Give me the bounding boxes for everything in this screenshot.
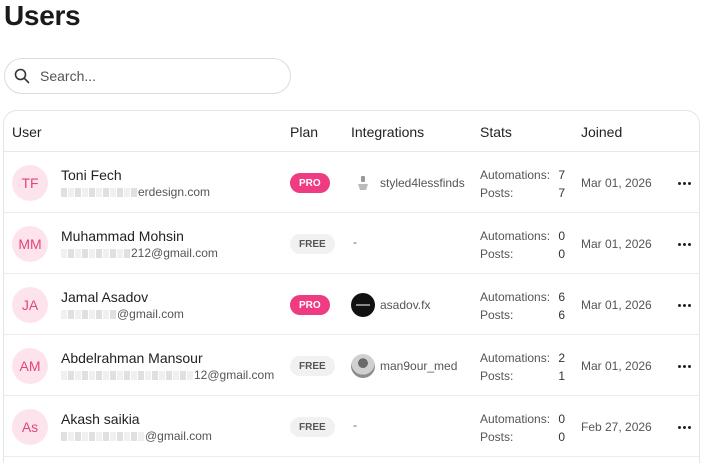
user-name: Jamal Asadov — [61, 289, 149, 305]
automations-count: 7 — [558, 168, 565, 182]
column-header-stats: Stats — [480, 124, 512, 140]
plan-badge: PRO — [290, 295, 330, 315]
avatar: AM — [12, 348, 48, 384]
posts-count: 0 — [558, 430, 565, 444]
joined-date: Mar 01, 2026 — [581, 359, 652, 373]
table-row[interactable]: TF Toni Fech erdesign.com PRO styled4les… — [4, 152, 699, 213]
avatar: As — [12, 409, 48, 445]
profile-photo-icon — [351, 354, 375, 378]
integration-account: styled4lessfinds — [380, 176, 465, 190]
posts-count: 0 — [558, 247, 565, 261]
avatar: TF — [12, 165, 48, 201]
table-row[interactable]: AM Abdelrahman Mansour 12@gmail.com FREE… — [4, 335, 699, 396]
user-stats: Automations: 6 Posts: 6 — [480, 290, 565, 322]
user-name: Abdelrahman Mansour — [61, 350, 203, 366]
more-options-icon[interactable] — [674, 295, 694, 315]
automations-count: 0 — [558, 412, 565, 426]
integration-account: asadov.fx — [380, 298, 431, 312]
user-name: Toni Fech — [61, 167, 122, 183]
user-email: erdesign.com — [61, 185, 210, 199]
joined-date: Feb 27, 2026 — [581, 420, 652, 434]
plan-badge: FREE — [290, 356, 335, 376]
user-stats: Automations: 0 Posts: 0 — [480, 229, 565, 261]
user-email: @gmail.com — [61, 307, 184, 321]
integration-none: - — [353, 235, 357, 249]
user-name: Akash saikia — [61, 411, 140, 427]
table-row[interactable]: As Akash saikia @gmail.com FREE - Automa… — [4, 396, 699, 457]
posts-count: 1 — [558, 369, 565, 383]
posts-count: 7 — [558, 186, 565, 200]
joined-date: Mar 01, 2026 — [581, 237, 652, 251]
column-header-user: User — [12, 124, 42, 140]
automations-count: 0 — [558, 229, 565, 243]
integration: man9our_med — [351, 354, 457, 378]
dark-logo-icon — [351, 293, 375, 317]
column-header-integrations: Integrations — [351, 124, 425, 140]
automations-count: 2 — [558, 351, 565, 365]
avatar: MM — [12, 226, 48, 262]
user-stats: Automations: 2 Posts: 1 — [480, 351, 565, 383]
table-row[interactable]: JA Jamal Asadov @gmail.com PRO asadov.fx… — [4, 274, 699, 335]
table-header: User Plan Integrations Stats Joined — [4, 111, 699, 152]
more-options-icon[interactable] — [674, 234, 694, 254]
integration-account: man9our_med — [380, 359, 458, 373]
plan-badge: FREE — [290, 417, 335, 437]
brand-logo-icon — [351, 171, 375, 195]
automations-count: 6 — [558, 290, 565, 304]
user-stats: Automations: 0 Posts: 0 — [480, 412, 565, 444]
column-header-joined: Joined — [581, 124, 623, 140]
search-box[interactable] — [4, 58, 291, 94]
user-email: @gmail.com — [61, 429, 212, 443]
more-options-icon[interactable] — [674, 417, 694, 437]
user-email: 212@gmail.com — [61, 246, 218, 260]
integration: asadov.fx — [351, 293, 430, 317]
search-input[interactable] — [40, 68, 270, 84]
search-icon — [14, 68, 30, 84]
user-name: Muhammad Mohsin — [61, 228, 184, 244]
column-header-plan: Plan — [290, 124, 319, 140]
plan-badge: FREE — [290, 234, 335, 254]
plan-badge: PRO — [290, 173, 330, 193]
more-options-icon[interactable] — [674, 356, 694, 376]
page-title: Users — [4, 0, 81, 31]
joined-date: Mar 01, 2026 — [581, 298, 652, 312]
users-table: User Plan Integrations Stats Joined TF T… — [3, 110, 700, 463]
user-email: 12@gmail.com — [61, 368, 274, 382]
user-stats: Automations: 7 Posts: 7 — [480, 168, 565, 200]
joined-date: Mar 01, 2026 — [581, 176, 652, 190]
avatar: JA — [12, 287, 48, 323]
integration-none: - — [353, 418, 357, 432]
more-options-icon[interactable] — [674, 173, 694, 193]
table-row[interactable]: MM Muhammad Mohsin 212@gmail.com FREE - … — [4, 213, 699, 274]
posts-count: 6 — [558, 308, 565, 322]
integration: styled4lessfinds — [351, 171, 465, 195]
